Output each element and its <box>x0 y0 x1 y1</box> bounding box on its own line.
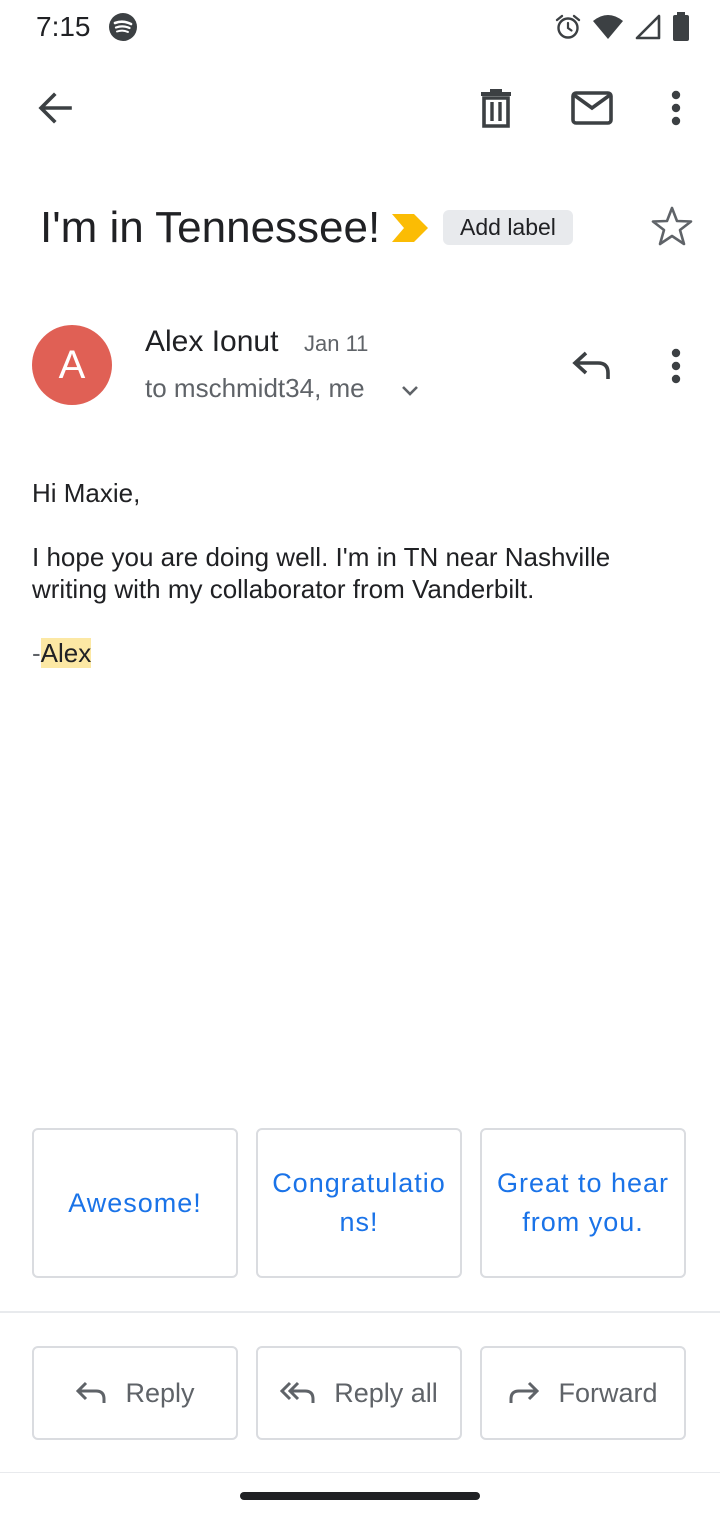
smart-reply-awesome[interactable]: Awesome! <box>32 1128 238 1278</box>
forward-icon <box>509 1381 540 1403</box>
smart-reply-congratulations[interactable]: Congratulations! <box>256 1128 462 1278</box>
chevron-down-icon[interactable] <box>398 378 422 402</box>
body-greeting: Hi Maxie, <box>32 478 141 508</box>
body-line: writing with my collaborator from Vander… <box>32 574 535 604</box>
status-time: 7:15 <box>36 11 91 42</box>
delete-button[interactable] <box>472 84 520 132</box>
star-icon[interactable] <box>650 204 694 248</box>
signature-name: Alex <box>40 638 92 668</box>
nav-divider <box>0 1472 720 1473</box>
more-options-button[interactable] <box>652 84 700 132</box>
spotify-icon <box>109 13 137 41</box>
message-more-options-button[interactable] <box>652 342 700 390</box>
signature-dash: - <box>32 638 41 668</box>
add-label-chip[interactable]: Add label <box>443 210 573 245</box>
trash-icon <box>481 89 511 128</box>
importance-marker-icon[interactable] <box>392 214 428 242</box>
reply-button-header[interactable] <box>568 342 616 390</box>
wifi-icon <box>593 15 623 39</box>
more-vert-icon <box>671 348 681 384</box>
reply-all-label: Reply all <box>334 1377 438 1408</box>
smart-reply-great-to-hear[interactable]: Great to hear from you. <box>480 1128 686 1278</box>
mail-icon <box>571 91 613 125</box>
status-icons <box>554 10 690 44</box>
reply-icon <box>572 351 610 379</box>
back-button[interactable] <box>31 84 79 132</box>
reply-button[interactable]: Reply <box>32 1346 238 1440</box>
sender-avatar[interactable]: A <box>32 325 112 405</box>
sender-name: Alex Ionut <box>145 325 279 358</box>
more-vert-icon <box>671 90 681 126</box>
home-gesture-bar[interactable] <box>240 1492 480 1500</box>
reply-icon <box>76 1381 106 1403</box>
forward-label: Forward <box>558 1377 658 1408</box>
alarm-icon <box>555 14 581 39</box>
reply-label: Reply <box>125 1377 195 1408</box>
divider <box>0 1311 720 1313</box>
reply-all-button[interactable]: Reply all <box>256 1346 462 1440</box>
battery-icon <box>673 12 689 41</box>
forward-button[interactable]: Forward <box>480 1346 686 1440</box>
email-date: Jan 11 <box>304 331 369 356</box>
mark-unread-button[interactable] <box>568 84 616 132</box>
body-line: I hope you are doing well. I'm in TN nea… <box>32 542 611 572</box>
body-signature: -Alex <box>32 637 672 669</box>
email-subject: I'm in Tennessee! <box>40 203 381 252</box>
reply-all-icon <box>280 1381 315 1403</box>
signal-icon <box>635 14 661 40</box>
recipients-summary[interactable]: to mschmidt34, me <box>145 370 365 406</box>
back-arrow-icon <box>38 92 72 124</box>
